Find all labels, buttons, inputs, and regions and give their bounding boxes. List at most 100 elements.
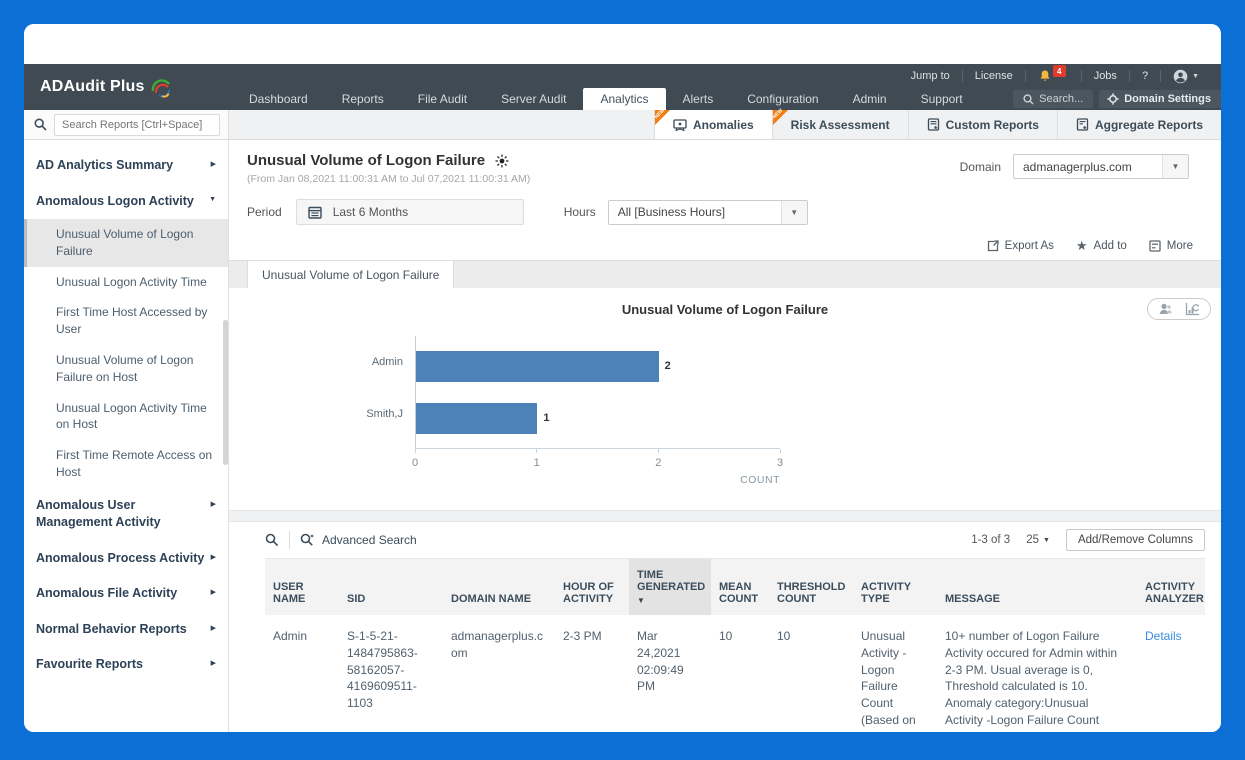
notifications-button[interactable]: 4 (1026, 69, 1081, 83)
column-header-message[interactable]: MESSAGE (937, 559, 1137, 616)
sidebar-item-anomalous-process-activity[interactable]: Anomalous Process Activity ▶ (24, 541, 228, 577)
aggregate-report-icon (1076, 118, 1089, 131)
global-search-button[interactable]: Search... (1013, 90, 1093, 108)
column-header-hour-of-activity[interactable]: HOUR OF ACTIVITY (555, 559, 629, 616)
add-remove-columns-button[interactable]: Add/Remove Columns (1066, 529, 1205, 551)
nav-tab-file-audit[interactable]: File Audit (401, 88, 484, 110)
tick-label: 3 (777, 457, 783, 469)
user-view-icon[interactable] (1158, 302, 1173, 316)
hours-label: Hours (564, 205, 596, 219)
sidebar-item-unusual-volume-of-logon-failure[interactable]: Unusual Volume of Logon Failure (24, 219, 228, 267)
jump-to-link[interactable]: Jump to (899, 70, 962, 82)
help-button[interactable]: ? (1130, 70, 1160, 82)
add-to-button[interactable]: ★ Add to (1076, 239, 1127, 252)
cell-threshold-count: 10 (769, 615, 853, 732)
nav-tab-dashboard[interactable]: Dashboard (232, 88, 325, 110)
page-size-select[interactable]: 25 ▼ (1026, 534, 1050, 546)
feature-tab-anomalies[interactable]: NEWAnomalies (654, 110, 772, 139)
column-header-sid[interactable]: SID (339, 559, 443, 616)
sidebar-item-anomalous-file-activity[interactable]: Anomalous File Activity▶ (24, 576, 228, 612)
column-header-mean-count[interactable]: MEAN COUNT (711, 559, 769, 616)
domain-select[interactable]: admanagerplus.com ▼ (1013, 154, 1189, 179)
cell-mean-count: 10 (711, 615, 769, 732)
table-header-row: USER NAMESIDDOMAIN NAMEHOUR OF ACTIVITYT… (265, 559, 1205, 616)
chart-x-tick: 0 (412, 449, 418, 471)
jobs-link[interactable]: Jobs (1082, 70, 1129, 82)
hours-select[interactable]: All [Business Hours] ▼ (608, 200, 808, 225)
new-badge: NEW (773, 110, 788, 125)
notification-count-badge: 4 (1053, 65, 1066, 77)
search-icon[interactable] (34, 118, 47, 131)
section-divider (229, 510, 1221, 522)
nav-tab-alerts[interactable]: Alerts (666, 88, 731, 110)
period-value: Last 6 Months (333, 205, 408, 219)
sidebar-item-unusual-logon-activity-time[interactable]: Unusual Logon Activity Time (24, 267, 228, 298)
column-header-domain-name[interactable]: DOMAIN NAME (443, 559, 555, 616)
nav-tab-server-audit[interactable]: Server Audit (484, 88, 583, 110)
sidebar-item-label: Anomalous Logon Activity (36, 193, 194, 211)
column-header-threshold-count[interactable]: THRESHOLD COUNT (769, 559, 853, 616)
nav-tab-analytics[interactable]: Analytics (583, 88, 665, 110)
nav-tab-support[interactable]: Support (904, 88, 980, 110)
nav-tab-admin[interactable]: Admin (836, 88, 904, 110)
feature-tab-risk-assessment[interactable]: NEWRisk Assessment (772, 110, 908, 139)
chart-x-axis: 0123 (415, 448, 780, 470)
chart-view-icon[interactable] (1185, 302, 1200, 316)
column-header-user-name[interactable]: USER NAME (265, 559, 339, 616)
sidebar-item-label: Favourite Reports (36, 656, 143, 674)
sidebar-item-anomalous-user-management-activity[interactable]: Anomalous User Management Activity▶ (24, 488, 228, 541)
account-menu-button[interactable]: ▼ (1161, 69, 1211, 84)
chart-bar-row: 1 (416, 392, 780, 444)
brand-swoosh-icon (149, 75, 173, 99)
nav-tab-configuration[interactable]: Configuration (730, 88, 835, 110)
table-search-icon[interactable] (265, 533, 279, 547)
chart-bar-admin[interactable] (416, 351, 659, 382)
details-link[interactable]: Details (1145, 629, 1182, 643)
chart-panel: Unusual Volume of Logon Failure AdminSmi… (229, 288, 1221, 510)
feature-tab-aggregate-reports[interactable]: Aggregate Reports (1057, 110, 1221, 139)
sidebar-item-anomalous-logon-activity[interactable]: Anomalous Logon Activity▼ (24, 184, 228, 220)
sidebar-item-ad-analytics-summary[interactable]: AD Analytics Summary▶ (24, 148, 228, 184)
domain-select-value: admanagerplus.com (1014, 160, 1162, 174)
add-to-label: Add to (1094, 240, 1127, 252)
app-window: ADAudit Plus Jump to License (24, 24, 1221, 732)
page-title: Unusual Volume of Logon Failure (247, 152, 485, 169)
feature-tab-custom-reports[interactable]: Custom Reports (908, 110, 1057, 139)
chevron-right-icon: ▶ (211, 553, 216, 561)
export-icon (987, 240, 999, 252)
license-link[interactable]: License (963, 70, 1025, 82)
secondary-toolbar: NEWAnomaliesNEWRisk AssessmentCustom Rep… (24, 110, 1221, 140)
sidebar-item-first-time-remote-access-on-host[interactable]: First Time Remote Access on Host (24, 440, 228, 488)
more-button[interactable]: More (1149, 240, 1193, 252)
feature-tabs: NEWAnomaliesNEWRisk AssessmentCustom Rep… (654, 110, 1221, 139)
period-picker[interactable]: Last 6 Months (296, 199, 524, 225)
sidebar-item-label: Anomalous User Management Activity (36, 497, 205, 532)
column-header-activity-type[interactable]: ACTIVITY TYPE (853, 559, 937, 616)
brand-logo[interactable]: ADAudit Plus (40, 64, 173, 110)
column-header-activity-analyzer[interactable]: ACTIVITY ANALYZER (1137, 559, 1205, 616)
chart-x-tick: 3 (777, 449, 783, 471)
chart-bar-smith-j[interactable] (416, 403, 537, 434)
sidebar-item-normal-behavior-reports[interactable]: Normal Behavior Reports▶ (24, 612, 228, 648)
sidebar-item-favourite-reports[interactable]: Favourite Reports▶ (24, 647, 228, 683)
sidebar-item-unusual-logon-activity-time-on-host[interactable]: Unusual Logon Activity Time on Host (24, 393, 228, 441)
main-content: Unusual Volume of Logon Failure (From Ja… (229, 140, 1221, 732)
domain-settings-button[interactable]: Domain Settings (1099, 90, 1221, 108)
nav-tab-reports[interactable]: Reports (325, 88, 401, 110)
column-header-time-generated[interactable]: TIME GENERATED▼ (629, 559, 711, 616)
report-search-input[interactable] (54, 114, 220, 136)
app-frame: ADAudit Plus Jump to License (0, 0, 1245, 760)
sort-desc-icon[interactable]: ▼ (637, 596, 703, 605)
sidebar-item-unusual-volume-of-logon-failure-on-host[interactable]: Unusual Volume of Logon Failure on Host (24, 345, 228, 393)
sidebar-item-label: Unusual Logon Activity Time on Host (56, 400, 216, 434)
chevron-down-icon: ▼ (1162, 155, 1188, 178)
sidebar-item-first-time-host-accessed-by-user[interactable]: First Time Host Accessed by User (24, 297, 228, 345)
sidebar-item-label: Anomalous Process Activity (36, 550, 204, 568)
tick-mark (536, 449, 537, 453)
sidebar-scrollbar[interactable] (223, 320, 228, 465)
export-as-button[interactable]: Export As (987, 240, 1054, 252)
advanced-search-icon (300, 533, 315, 547)
advanced-search-label: Advanced Search (322, 533, 417, 547)
tab-unusual-volume[interactable]: Unusual Volume of Logon Failure (247, 261, 454, 289)
advanced-search-button[interactable]: Advanced Search (300, 533, 417, 547)
